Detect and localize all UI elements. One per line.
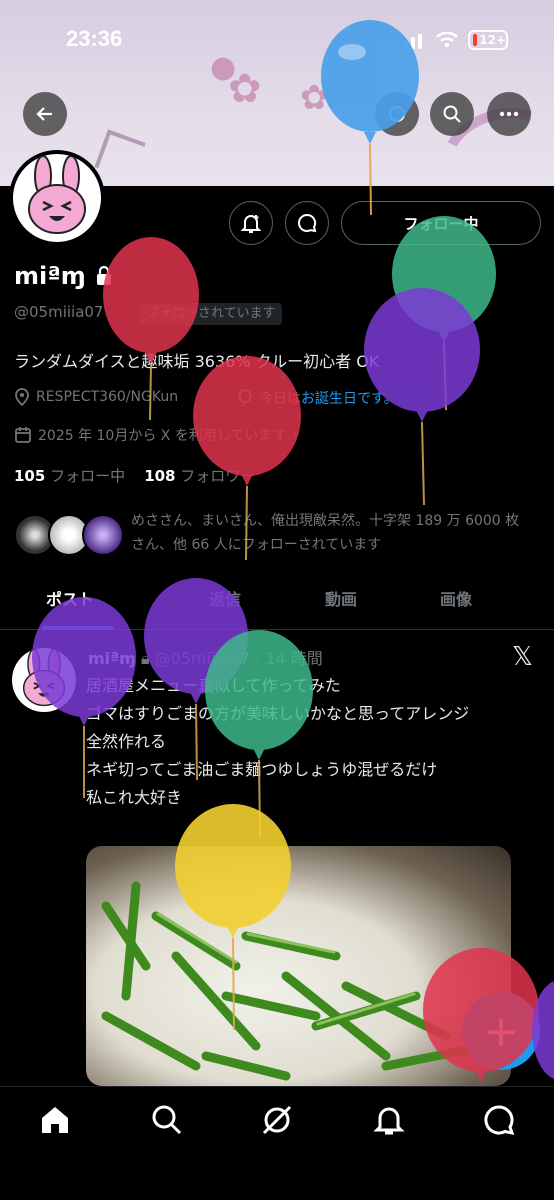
profile-name: miªɱ bbox=[14, 262, 86, 290]
post-photo[interactable] bbox=[86, 846, 511, 1086]
post-header: miªɱ 🔒︎ @05miiia07 · 14 時間 bbox=[88, 645, 323, 669]
profile-joined[interactable]: 2025 年 10月から X を利用しています › bbox=[14, 425, 298, 445]
post-line: ゴマはすりごまの方が美味しいかなと思ってアレンジ bbox=[86, 704, 470, 723]
followers-label[interactable]: フォロワー bbox=[180, 467, 255, 485]
balloon-green bbox=[392, 216, 496, 411]
tab-images[interactable]: 画像 bbox=[440, 586, 472, 610]
location-text: RESPECT360/NGKun bbox=[36, 389, 179, 405]
post-text: 居酒屋メニュー真似して作ってみた ゴマはすりごまの方が美味しいかなと思ってアレン… bbox=[86, 672, 536, 812]
lock-icon: 🔒︎ bbox=[140, 649, 150, 668]
status-time: 23:36 bbox=[66, 26, 123, 51]
grok-icon[interactable] bbox=[260, 1103, 294, 1137]
back-arrow-icon bbox=[36, 107, 52, 121]
notifications-icon[interactable] bbox=[372, 1103, 406, 1137]
search-icon bbox=[443, 105, 461, 123]
wifi-icon bbox=[436, 32, 458, 48]
bunny-avatar-image bbox=[28, 155, 86, 234]
follow-counts: 105 フォロー中 108 フォロワー bbox=[14, 465, 255, 486]
bunny-avatar-image bbox=[22, 648, 66, 707]
post-line: 私これ大好き bbox=[86, 788, 183, 807]
chat-bubble-icon bbox=[298, 213, 317, 233]
share-button[interactable] bbox=[375, 92, 419, 136]
profile-bio: ランダムダイスと趣味垢 3636% クルー初心者 OK bbox=[14, 352, 380, 371]
post-meta: @05miiia07 · 14 時間 bbox=[154, 649, 323, 668]
following-button[interactable]: フォロー中 bbox=[341, 201, 541, 245]
bell-plus-icon bbox=[240, 215, 262, 233]
tab-videos[interactable]: 動画 bbox=[325, 586, 357, 610]
message-button[interactable] bbox=[285, 201, 329, 245]
green-onion-dish-image bbox=[101, 881, 491, 1081]
profile-avatar[interactable] bbox=[9, 150, 105, 246]
balloon-icon bbox=[238, 389, 252, 407]
search-icon[interactable] bbox=[150, 1103, 184, 1137]
messages-icon[interactable] bbox=[482, 1103, 516, 1137]
more-button[interactable] bbox=[487, 92, 531, 136]
search-button[interactable] bbox=[430, 92, 474, 136]
follows-you-badge: フォローされています bbox=[140, 303, 282, 325]
cat-ear-decoration bbox=[94, 129, 146, 181]
home-icon[interactable] bbox=[38, 1103, 72, 1137]
active-tab-indicator bbox=[42, 626, 114, 630]
post-line: 居酒屋メニュー真似して作ってみた bbox=[86, 676, 341, 695]
paw-print-decoration: ✿ bbox=[228, 66, 262, 112]
birthday-prefix: 今日は bbox=[259, 391, 301, 407]
battery-icon: 12+ bbox=[468, 30, 508, 50]
status-bar: 23:36 12+ bbox=[0, 26, 554, 62]
battery-level: 12+ bbox=[479, 33, 506, 47]
followed-by-text[interactable]: めささん、まいさん、俺出現敵呆然。十字架 189 万 6000 枚さん、他 66… bbox=[131, 509, 531, 557]
joined-text: 2025 年 10月から X を利用しています bbox=[38, 428, 287, 444]
profile-location: RESPECT360/NGKun bbox=[14, 388, 178, 406]
cellular-signal-icon bbox=[397, 34, 422, 49]
notify-subscribe-button[interactable] bbox=[229, 201, 273, 245]
post-avatar[interactable] bbox=[12, 648, 76, 712]
lock-icon bbox=[97, 266, 111, 285]
post-line: ネギ切ってごま油ごま麺つゆしょうゆ混ぜるだけ bbox=[86, 760, 438, 779]
calendar-icon bbox=[15, 427, 31, 443]
back-button[interactable] bbox=[23, 92, 67, 136]
x-logo-icon: 𝕏 bbox=[512, 642, 533, 672]
share-icon bbox=[389, 106, 405, 122]
following-count[interactable]: 105 bbox=[14, 467, 45, 485]
profile-birthday: 今日は お誕生日です。 bbox=[237, 388, 398, 408]
birthday-link[interactable]: お誕生日です。 bbox=[301, 388, 398, 408]
more-icon bbox=[499, 111, 519, 117]
profile-handle: @05miiia07 bbox=[14, 303, 104, 321]
post-line: 全然作れる bbox=[86, 732, 167, 751]
profile-tabs: ポスト 返信 動画 画像 bbox=[0, 576, 554, 630]
compose-post-button[interactable]: + bbox=[462, 992, 540, 1070]
bottom-navigation bbox=[0, 1086, 554, 1200]
follower-avatar bbox=[82, 514, 124, 556]
paw-print-decoration: ✿ bbox=[300, 78, 329, 118]
post-author-name[interactable]: miªɱ bbox=[88, 649, 136, 668]
chevron-right-icon: › bbox=[292, 427, 299, 443]
following-label[interactable]: フォロー中 bbox=[50, 467, 125, 485]
mutual-followers-avatars[interactable] bbox=[14, 514, 124, 558]
tab-replies[interactable]: 返信 bbox=[209, 586, 241, 610]
followers-count[interactable]: 108 bbox=[144, 467, 175, 485]
tab-posts[interactable]: ポスト bbox=[46, 586, 94, 610]
location-pin-icon bbox=[15, 388, 29, 406]
